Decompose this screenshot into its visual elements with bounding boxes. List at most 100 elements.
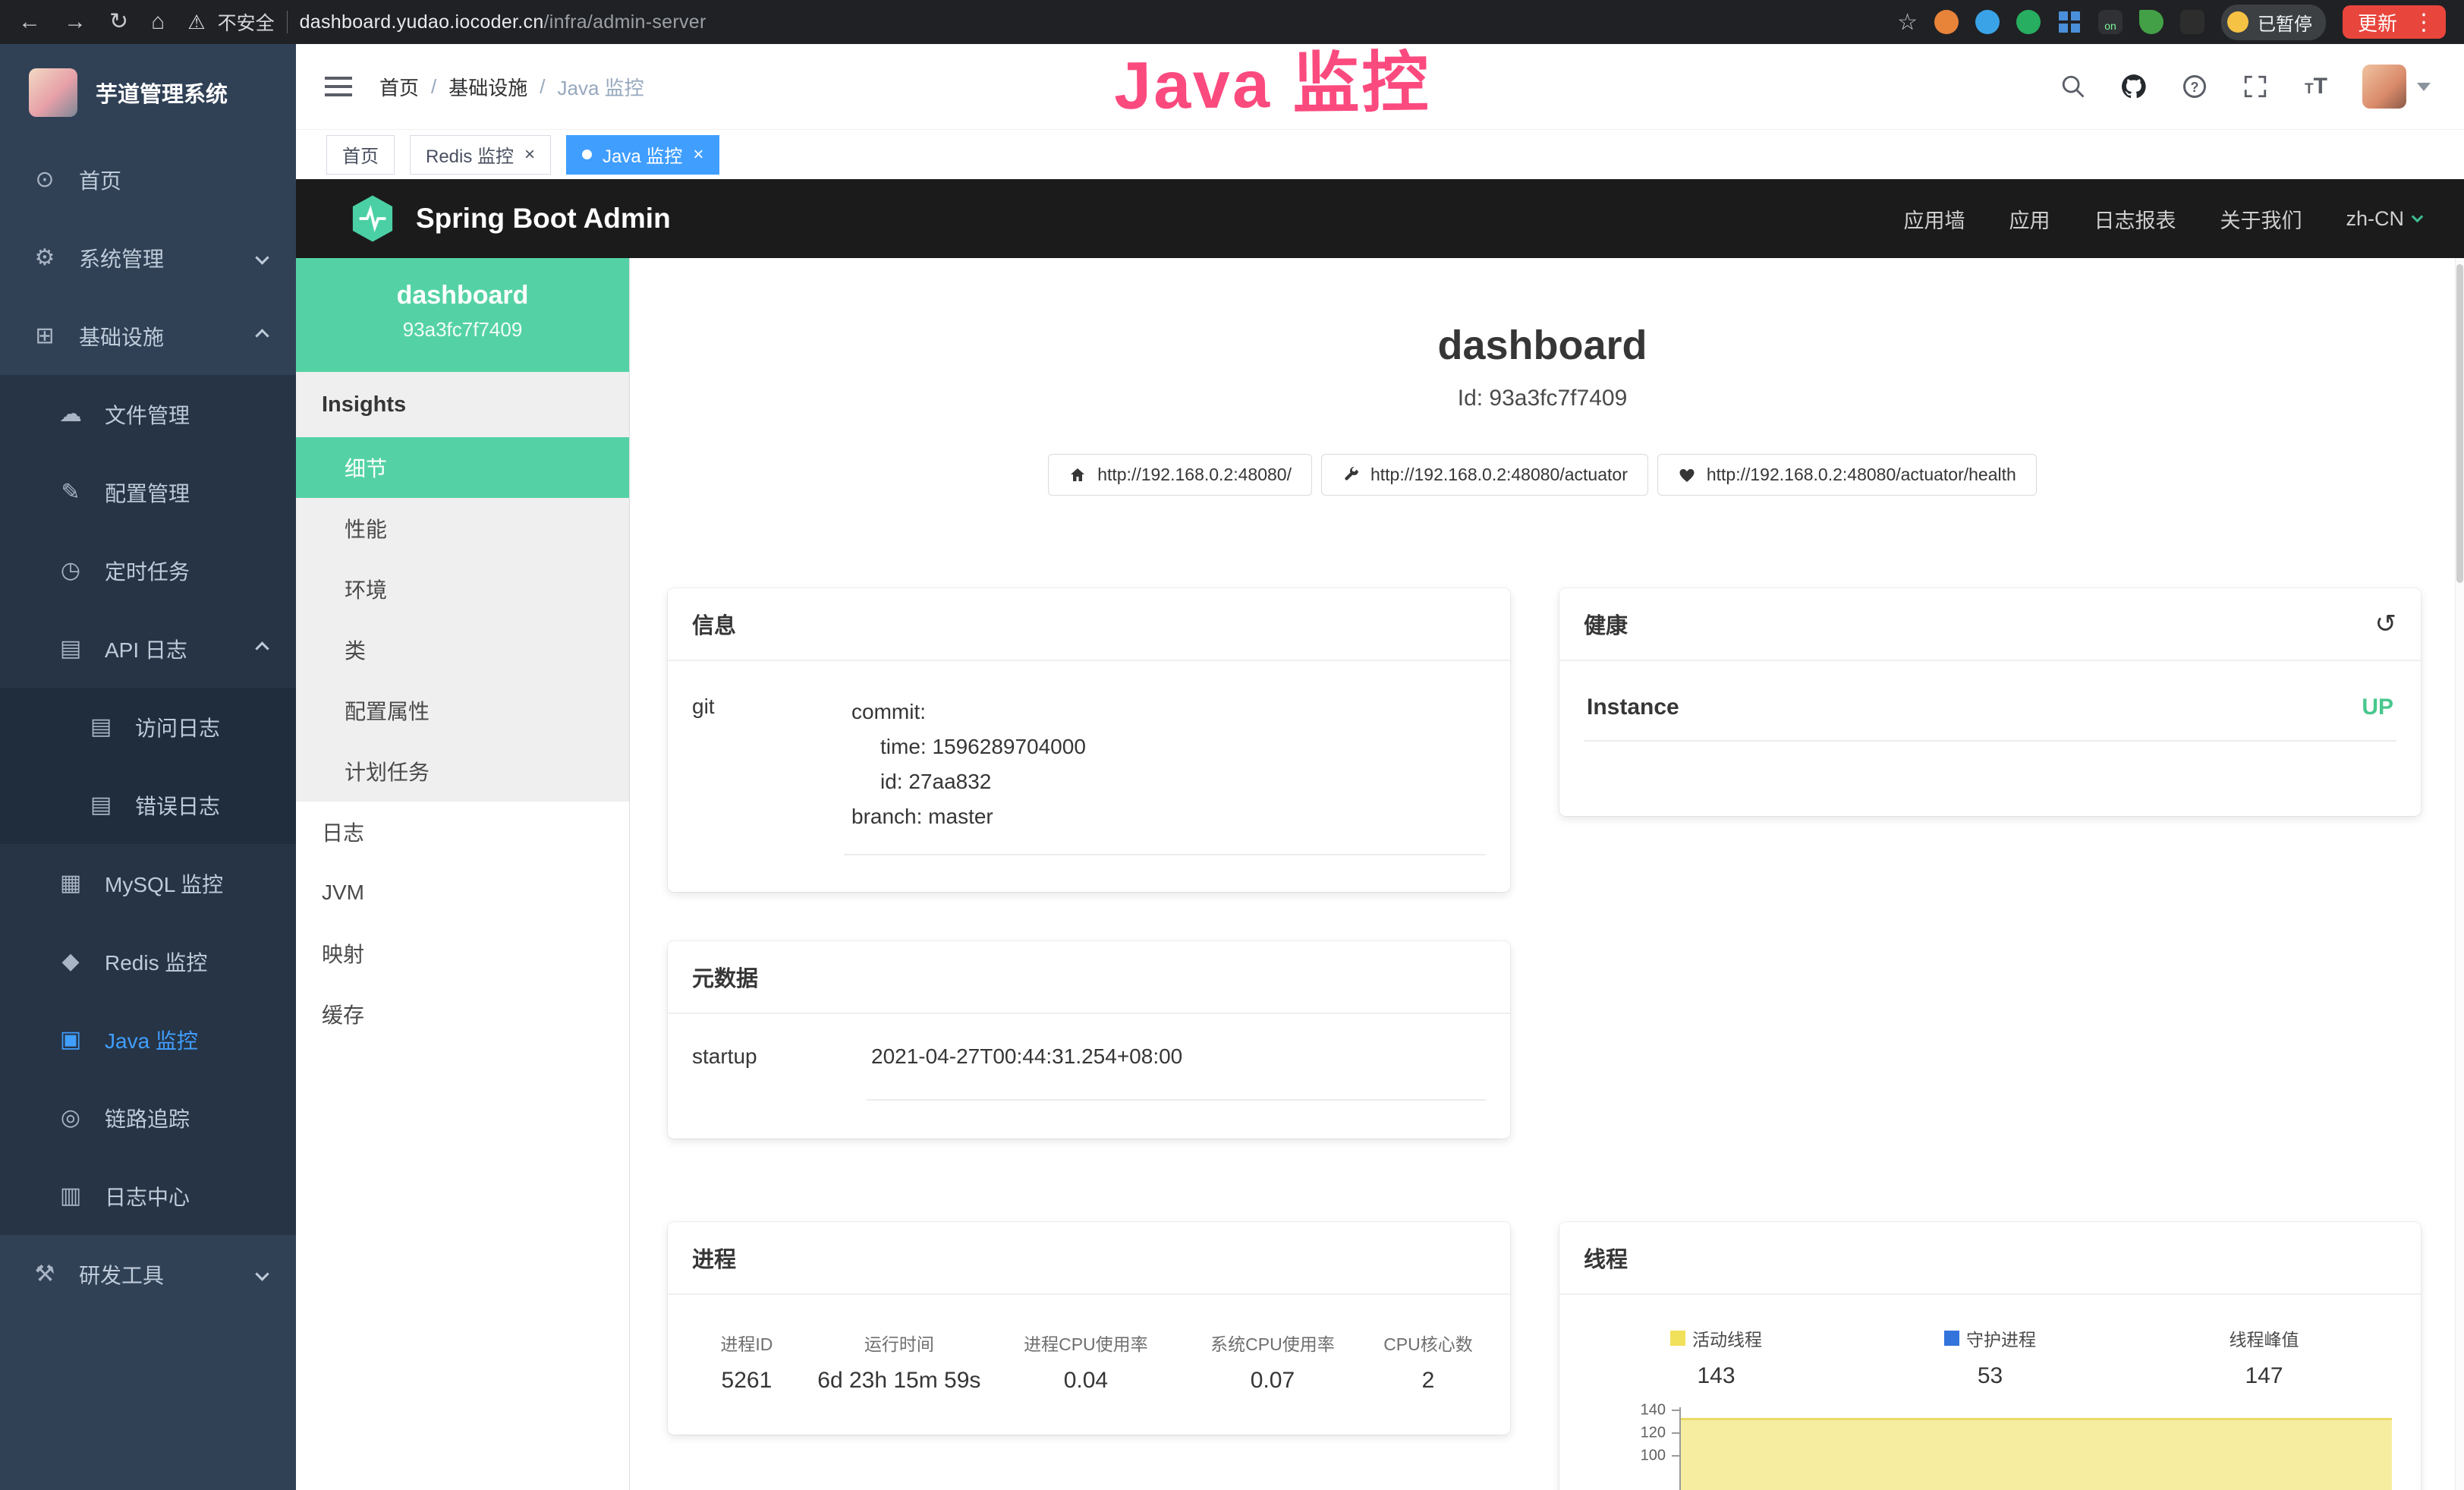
tools-icon: ⚒: [30, 1261, 59, 1287]
forward-icon[interactable]: →: [64, 11, 87, 33]
edit-icon: ✎: [56, 479, 85, 506]
extension-icon-1[interactable]: [1934, 10, 1959, 34]
extension-icon-7[interactable]: [2180, 10, 2204, 34]
health-row[interactable]: Instance UP: [1584, 661, 2396, 742]
eye-icon: ◎: [56, 1104, 85, 1131]
on-badge: on: [2104, 19, 2116, 34]
sidebar-item-error-logs[interactable]: ▤ 错误日志: [0, 766, 296, 844]
breadcrumb-home[interactable]: 首页: [379, 73, 419, 101]
sba-menu-jvm[interactable]: JVM: [296, 862, 629, 923]
sidebar-item-system-mgmt[interactable]: ⚙ 系统管理: [0, 219, 296, 297]
sba-menu-logfile[interactable]: 日志: [296, 802, 629, 862]
extension-icon-5[interactable]: on: [2098, 10, 2123, 34]
extension-icon-4[interactable]: [2057, 10, 2082, 34]
address-bar[interactable]: ⚠ 不安全 dashboard.yudao.iocoder.cn/infra/a…: [187, 8, 706, 36]
security-label: 不安全: [218, 8, 275, 36]
sidebar-item-redis-monitor[interactable]: ◆ Redis 监控: [0, 922, 296, 1000]
sba-menu-caches[interactable]: 缓存: [296, 984, 629, 1044]
kebab-menu-icon[interactable]: ⋮: [2408, 9, 2440, 36]
process-table-values: 5261 6d 23h 15m 59s 0.04 0.07 2: [668, 1356, 1510, 1419]
tag-java-monitor[interactable]: Java 监控 ×: [566, 135, 719, 175]
home-icon[interactable]: ⌂: [151, 11, 165, 33]
sba-nav-about[interactable]: 关于我们: [2220, 204, 2302, 234]
tag-label: 首页: [342, 141, 379, 168]
sidebar-item-dev-tools[interactable]: ⚒ 研发工具: [0, 1235, 296, 1313]
extension-icon-3[interactable]: [2016, 10, 2041, 34]
fullscreen-icon[interactable]: [2241, 72, 2270, 101]
reload-icon[interactable]: ↻: [109, 11, 128, 33]
logo-image: [29, 68, 77, 117]
sba-nav-journal[interactable]: 日志报表: [2094, 204, 2176, 234]
search-icon[interactable]: [2059, 72, 2088, 101]
sidebar-item-file-mgmt[interactable]: ☁ 文件管理: [0, 375, 296, 453]
extension-icon-2[interactable]: [1975, 10, 2000, 34]
legend-label: 线程峰值: [2230, 1325, 2299, 1351]
close-icon[interactable]: ×: [524, 146, 535, 164]
sba-nav-applications[interactable]: 应用: [2009, 204, 2050, 234]
close-icon[interactable]: ×: [693, 146, 703, 164]
sba-nav-locale[interactable]: zh-CN: [2346, 207, 2422, 231]
sba-menu-details[interactable]: 细节: [296, 437, 629, 498]
sidebar-item-log-center[interactable]: ▥ 日志中心: [0, 1157, 296, 1235]
sba-nav-wall[interactable]: 应用墙: [1903, 204, 1965, 234]
health-url-link[interactable]: http://192.168.0.2:48080/actuator/health: [1657, 454, 2037, 496]
actuator-url-link[interactable]: http://192.168.0.2:48080/actuator: [1321, 454, 1648, 496]
help-icon[interactable]: ?: [2180, 72, 2209, 101]
sidebar-item-scheduled-jobs[interactable]: ◷ 定时任务: [0, 531, 296, 610]
app-sidebar: 芋道管理系统 ⊙ 首页 ⚙ 系统管理 ⊞ 基础设施 ☁ 文件管理: [0, 44, 296, 1490]
service-url-link[interactable]: http://192.168.0.2:48080/: [1048, 454, 1312, 496]
document-icon: ▤: [87, 713, 115, 740]
sba-menu-scheduled-tasks[interactable]: 计划任务: [296, 741, 629, 802]
chevron-up-icon: [255, 641, 269, 655]
sba-menu-mappings[interactable]: 映射: [296, 923, 629, 984]
extension-icon-leaf[interactable]: [2139, 10, 2163, 34]
paused-extension-badge[interactable]: 已暂停: [2221, 5, 2326, 40]
sba-menu-environment[interactable]: 环境: [296, 559, 629, 619]
user-menu[interactable]: [2362, 65, 2431, 109]
sidebar-item-label: 日志中心: [105, 1181, 190, 1211]
url-host: dashboard.yudao.iocoder.cn: [300, 11, 544, 33]
history-icon[interactable]: ↺: [2375, 609, 2397, 639]
chevron-down-icon: [255, 250, 269, 264]
sidebar-item-mysql-monitor[interactable]: ▦ MySQL 监控: [0, 844, 296, 922]
sidebar-item-label: 研发工具: [79, 1259, 164, 1290]
sba-menu-configprops[interactable]: 配置属性: [296, 680, 629, 741]
blue-swatch-icon: [1944, 1331, 1959, 1346]
y-tick-140: 140: [1582, 1402, 1666, 1419]
sidebar-item-infrastructure[interactable]: ⊞ 基础设施: [0, 297, 296, 375]
breadcrumb-separator: /: [431, 75, 436, 99]
axis-tick: [1672, 1410, 1679, 1411]
app-logo[interactable]: 芋道管理系统: [0, 44, 296, 140]
breadcrumb-infra[interactable]: 基础设施: [448, 73, 527, 101]
sidebar-item-tracing[interactable]: ◎ 链路追踪: [0, 1079, 296, 1157]
tag-redis-monitor[interactable]: Redis 监控 ×: [410, 135, 551, 175]
scrollbar[interactable]: [2455, 258, 2464, 1490]
hamburger-icon[interactable]: [325, 85, 352, 88]
tag-label: Redis 监控: [426, 141, 514, 168]
sidebar-item-api-logs[interactable]: ▤ API 日志: [0, 610, 296, 688]
sidebar-item-config-mgmt[interactable]: ✎ 配置管理: [0, 453, 296, 531]
github-icon[interactable]: [2119, 72, 2148, 101]
sba-menu-classes[interactable]: 类: [296, 619, 629, 680]
scrollbar-thumb[interactable]: [2456, 264, 2463, 583]
tag-label: Java 监控: [603, 141, 682, 168]
sidebar-item-home[interactable]: ⊙ 首页: [0, 140, 296, 219]
health-instance-label: Instance: [1587, 695, 1679, 720]
back-icon[interactable]: ←: [18, 11, 41, 33]
legend-value: 53: [1853, 1363, 2127, 1389]
sidebar-item-label: MySQL 监控: [105, 868, 223, 899]
bookmark-star-icon[interactable]: ☆: [1897, 9, 1918, 36]
tag-home[interactable]: 首页: [326, 135, 395, 175]
font-size-icon[interactable]: TT: [2302, 72, 2330, 101]
instance-name: dashboard: [296, 281, 629, 310]
instance-title: dashboard: [630, 322, 2455, 369]
sba-brand[interactable]: Spring Boot Admin: [416, 203, 671, 235]
process-cpu-value: 0.04: [993, 1368, 1179, 1394]
instance-header[interactable]: dashboard 93a3fc7f7409: [296, 258, 629, 372]
update-button[interactable]: 更新 ⋮: [2343, 5, 2446, 39]
sidebar-item-access-logs[interactable]: ▤ 访问日志: [0, 688, 296, 766]
clock-icon: ◷: [56, 557, 85, 584]
sba-menu-metrics[interactable]: 性能: [296, 498, 629, 559]
avatar[interactable]: [2362, 65, 2406, 109]
sidebar-item-java-monitor[interactable]: ▣ Java 监控: [0, 1000, 296, 1079]
